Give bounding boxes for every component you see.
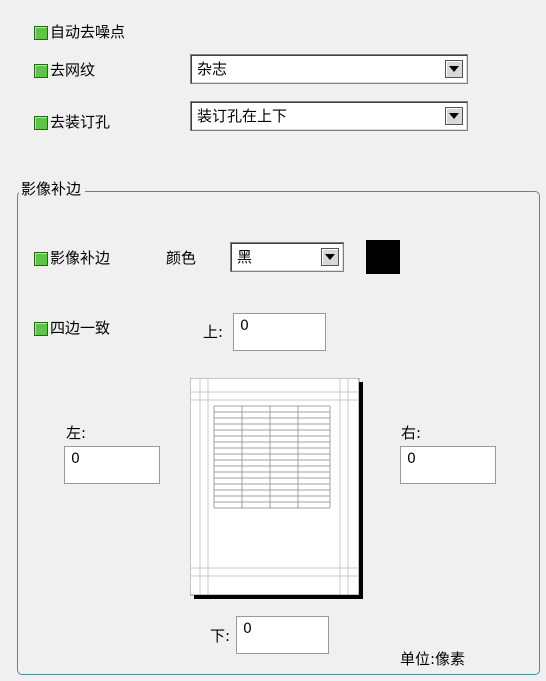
- remove-holes-checkbox[interactable]: [34, 116, 48, 130]
- color-dropdown-button[interactable]: [321, 248, 339, 266]
- bottom-margin-input[interactable]: 0: [236, 616, 329, 654]
- auto-denoise-checkbox[interactable]: [34, 26, 48, 40]
- top-margin-label: 上:: [203, 323, 224, 341]
- page-preview-graphic: [189, 377, 363, 599]
- right-margin-label: 右:: [401, 424, 422, 442]
- remove-moire-label: 去网纹: [50, 61, 96, 79]
- chevron-down-icon: [449, 113, 459, 119]
- image-border-checkbox[interactable]: [34, 252, 48, 266]
- right-margin-value: 0: [407, 451, 416, 467]
- image-border-group-title: 影像补边: [19, 180, 86, 198]
- remove-moire-selected-value: 杂志: [197, 60, 228, 78]
- right-margin-input[interactable]: 0: [400, 446, 496, 484]
- remove-holes-select[interactable]: 装订孔在上下: [190, 101, 468, 131]
- remove-moire-checkbox[interactable]: [34, 64, 48, 78]
- color-select[interactable]: 黑: [230, 242, 344, 272]
- color-swatch[interactable]: [366, 240, 400, 274]
- remove-holes-dropdown-button[interactable]: [445, 107, 463, 125]
- remove-moire-select[interactable]: 杂志: [190, 54, 468, 84]
- remove-holes-selected-value: 装订孔在上下: [197, 107, 288, 125]
- uniform-sides-label: 四边一致: [50, 319, 111, 337]
- left-margin-input[interactable]: 0: [64, 446, 160, 484]
- uniform-sides-checkbox[interactable]: [34, 322, 48, 336]
- bottom-margin-value: 0: [243, 621, 252, 637]
- auto-denoise-label: 自动去噪点: [50, 23, 126, 41]
- bottom-margin-label: 下:: [210, 627, 231, 645]
- left-margin-label: 左:: [66, 424, 87, 442]
- chevron-down-icon: [449, 66, 459, 72]
- left-margin-value: 0: [71, 451, 80, 467]
- page-preview: [189, 377, 363, 599]
- remove-holes-label: 去装订孔: [50, 113, 111, 131]
- image-border-label: 影像补边: [50, 249, 111, 267]
- chevron-down-icon: [325, 254, 335, 260]
- unit-label: 单位:像素: [400, 650, 466, 668]
- color-label: 颜色: [166, 249, 197, 267]
- remove-moire-dropdown-button[interactable]: [445, 60, 463, 78]
- color-selected-value: 黑: [237, 248, 253, 266]
- top-margin-value: 0: [240, 318, 249, 334]
- top-margin-input[interactable]: 0: [233, 313, 326, 351]
